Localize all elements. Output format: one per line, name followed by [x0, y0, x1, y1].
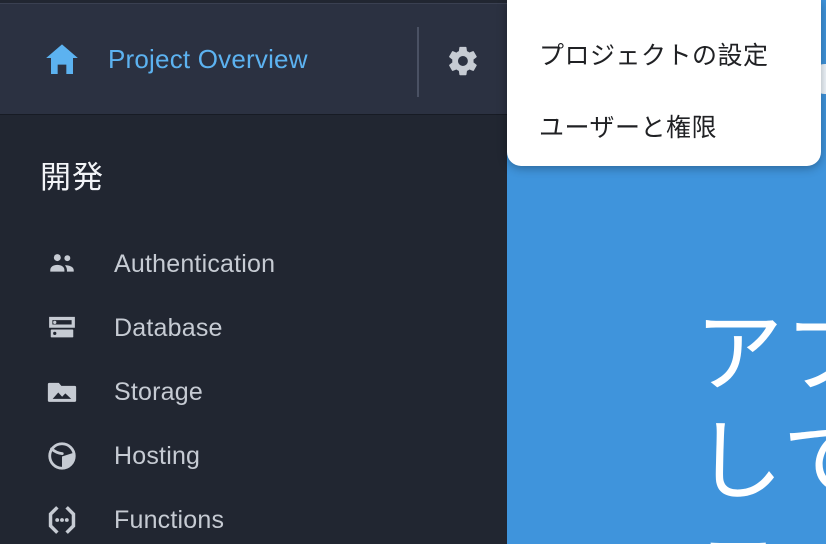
- gear-icon: [446, 44, 480, 78]
- app-root: アプ して ニ Project Overview: [0, 0, 826, 544]
- photo-folder-icon: [40, 370, 84, 414]
- people-icon: [40, 242, 84, 286]
- menu-item-users-and-permissions[interactable]: ユーザーと権限: [507, 94, 821, 158]
- sidebar: Project Overview 開発 Authentication Datab…: [0, 0, 507, 544]
- sidebar-item-label: Storage: [114, 377, 203, 406]
- home-button[interactable]: [34, 31, 90, 87]
- database-icon: [40, 306, 84, 350]
- content-headline: アプ して ニ: [507, 300, 826, 544]
- sidebar-item-functions[interactable]: Functions: [0, 488, 507, 544]
- sidebar-item-database[interactable]: Database: [0, 296, 507, 360]
- headline-line-2: して: [695, 410, 826, 513]
- sidebar-item-label: Database: [114, 313, 223, 342]
- topbar: Project Overview: [0, 3, 507, 115]
- headline-line-1: アプ: [695, 302, 826, 405]
- menu-item-project-settings[interactable]: プロジェクトの設定: [507, 22, 821, 86]
- functions-brackets-icon: [40, 498, 84, 542]
- sidebar-item-storage[interactable]: Storage: [0, 360, 507, 424]
- sidebar-item-label: Hosting: [114, 441, 201, 470]
- sidebar-item-label: Functions: [114, 505, 225, 534]
- settings-button[interactable]: [437, 39, 489, 83]
- globe-icon: [40, 434, 84, 478]
- sidebar-item-hosting[interactable]: Hosting: [0, 424, 507, 488]
- home-icon: [42, 39, 82, 79]
- topbar-divider: [417, 27, 419, 97]
- settings-dropdown-menu: プロジェクトの設定 ユーザーと権限: [507, 0, 821, 166]
- sidebar-item-label: Authentication: [114, 249, 276, 278]
- sidebar-nav-list: Authentication Database Storage Hosting …: [0, 232, 507, 544]
- headline-line-3: ニ: [507, 516, 826, 544]
- page-title: Project Overview: [108, 43, 308, 74]
- sidebar-item-authentication[interactable]: Authentication: [0, 232, 507, 296]
- sidebar-section-develop: 開発: [40, 160, 104, 196]
